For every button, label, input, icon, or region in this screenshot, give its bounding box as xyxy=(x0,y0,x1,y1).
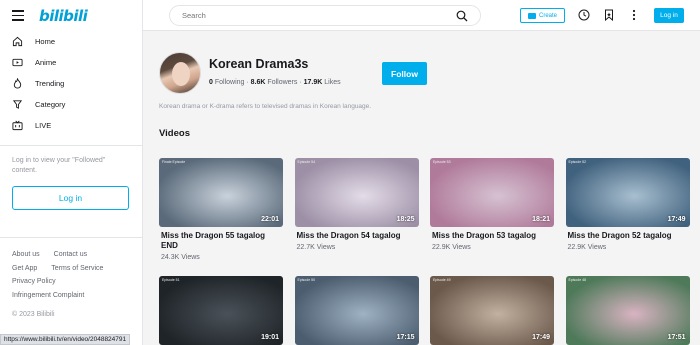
follow-button[interactable]: Follow xyxy=(382,62,427,85)
video-duration: 18:25 xyxy=(396,216,415,223)
video-card[interactable]: Episode 50 17:15 xyxy=(294,276,419,345)
sidebar-item-trending[interactable]: Trending xyxy=(0,73,142,94)
video-duration: 17:51 xyxy=(667,334,686,341)
home-icon xyxy=(12,36,23,47)
video-card[interactable]: Episode 53 18:21 Miss the Dragon 53 tagalo… xyxy=(430,158,554,251)
privacy-link[interactable]: Privacy Policy xyxy=(12,278,56,285)
video-thumbnail[interactable]: Episode 52 17:49 xyxy=(565,158,690,227)
sidebar-item-label: Anime xyxy=(35,58,57,67)
terms-link[interactable]: Terms of Service xyxy=(51,262,103,276)
video-thumbnail[interactable]: Episode 53 18:21 xyxy=(430,158,554,227)
status-bar-url: https://www.bilibili.tv/en/video/2048824… xyxy=(0,334,131,345)
thumbnail-episode-tag: Episode 49 xyxy=(433,278,451,282)
sidebar-login-button[interactable]: Log in xyxy=(12,186,129,210)
sidebar: bilibili Home Anime Trending Category LI… xyxy=(0,0,143,345)
video-card[interactable]: Episode 52 17:49 Miss the Dragon 52 tagalo… xyxy=(565,158,690,251)
hamburger-menu-icon[interactable] xyxy=(12,10,24,21)
thumbnail-episode-tag: Episode 54 xyxy=(297,160,316,164)
video-card[interactable]: Episode 48 17:51 xyxy=(565,276,690,345)
sidebar-item-label: Category xyxy=(35,100,66,109)
video-thumbnail[interactable]: Episode 48 17:51 xyxy=(565,276,690,345)
video-views: 22.7K Views xyxy=(296,244,336,251)
thumbnail-episode-tag: Episode 53 xyxy=(433,160,451,164)
video-views: 22.9K Views xyxy=(567,244,607,251)
contact-us-link[interactable]: Contact us xyxy=(54,248,87,262)
followers-count: 8.6K xyxy=(250,79,266,86)
video-duration: 17:49 xyxy=(532,334,550,341)
live-icon xyxy=(12,120,23,131)
search-bar[interactable] xyxy=(169,5,481,26)
avatar-face xyxy=(172,62,190,86)
sidebar-item-live[interactable]: LIVE xyxy=(0,115,142,136)
video-card[interactable]: Episode 51 19:01 xyxy=(159,276,283,345)
channel-description: Korean drama or K-drama refers to televi… xyxy=(159,103,372,110)
video-views: 22.9K Views xyxy=(432,244,471,251)
video-title[interactable]: Miss the Dragon 53 tagalog xyxy=(430,231,554,241)
logo-row: bilibili xyxy=(0,0,142,31)
video-title[interactable]: Miss the Dragon 52 tagalog xyxy=(566,231,690,241)
video-title[interactable]: Miss the Dragon 54 tagalog xyxy=(295,231,419,241)
copyright: © 2023 Bilibili xyxy=(12,311,55,318)
top-header: Create Log in xyxy=(143,0,700,31)
following-count: 0 xyxy=(209,79,213,86)
search-input[interactable] xyxy=(182,11,442,20)
channel-stats: 0 Following · 8.6K Followers · 17.9K Lik… xyxy=(209,79,341,86)
main-content: Korean Drama3s 0 Following · 8.6K Follow… xyxy=(143,32,700,345)
video-duration: 17:49 xyxy=(667,216,686,223)
video-card[interactable]: Episode 54 18:25 Miss the Dragon 54 tagalo… xyxy=(294,158,419,251)
sidebar-item-category[interactable]: Category xyxy=(0,94,142,115)
bookmark-icon[interactable] xyxy=(603,9,615,21)
likes-count: 17.9K xyxy=(303,79,323,86)
video-card[interactable]: Finale Episode 22:01 Miss the Dragon 55 ta… xyxy=(159,158,283,261)
channel-name: Korean Drama3s xyxy=(209,57,309,71)
header-login-button[interactable]: Log in xyxy=(654,8,684,23)
followers-label: Followers xyxy=(267,79,298,86)
create-button[interactable]: Create xyxy=(520,8,565,23)
sidebar-item-label: Trending xyxy=(35,79,65,88)
videos-section-title: Videos xyxy=(159,128,190,139)
category-icon xyxy=(12,100,23,109)
sidebar-item-anime[interactable]: Anime xyxy=(0,52,142,73)
bilibili-logo[interactable]: bilibili xyxy=(39,7,88,25)
video-duration: 17:15 xyxy=(396,334,415,341)
footer-links: About us Contact us Get App Terms of Ser… xyxy=(0,238,142,302)
thumbnail-episode-tag: Episode 52 xyxy=(568,160,587,164)
video-views: 24.3K Views xyxy=(161,254,200,261)
about-us-link[interactable]: About us xyxy=(12,248,40,262)
video-thumbnail[interactable]: Episode 51 19:01 xyxy=(159,276,283,345)
thumbnail-episode-tag: Finale Episode xyxy=(162,160,186,164)
flame-icon xyxy=(13,78,22,89)
video-thumbnail[interactable]: Episode 49 17:49 xyxy=(430,276,554,345)
sidebar-item-home[interactable]: Home xyxy=(0,31,142,52)
login-prompt: Log in to view your "Followed" content. xyxy=(12,157,106,174)
create-label: Create xyxy=(538,12,557,19)
video-thumbnail[interactable]: Finale Episode 22:01 xyxy=(159,158,283,227)
channel-avatar[interactable] xyxy=(159,52,201,94)
more-options-icon[interactable] xyxy=(628,9,640,21)
camera-icon xyxy=(527,12,536,19)
infringement-link[interactable]: Infringement Complaint xyxy=(12,292,84,299)
thumbnail-episode-tag: Episode 50 xyxy=(297,278,316,282)
likes-label: Likes xyxy=(324,79,341,86)
video-thumbnail[interactable]: Episode 50 17:15 xyxy=(294,276,419,345)
video-thumbnail[interactable]: Episode 54 18:25 xyxy=(294,158,419,227)
video-title[interactable]: Miss the Dragon 55 tagalog END xyxy=(159,231,283,251)
video-duration: 22:01 xyxy=(261,216,279,223)
sidebar-nav: Home Anime Trending Category LIVE xyxy=(0,31,142,136)
video-card[interactable]: Episode 49 17:49 xyxy=(430,276,554,345)
thumbnail-episode-tag: Episode 48 xyxy=(568,278,587,282)
sidebar-item-label: LIVE xyxy=(35,121,52,130)
thumbnail-episode-tag: Episode 51 xyxy=(162,278,180,282)
following-label: Following xyxy=(214,79,245,86)
search-icon[interactable] xyxy=(456,10,468,22)
history-icon[interactable] xyxy=(578,9,590,21)
video-duration: 18:21 xyxy=(532,216,550,223)
video-duration: 19:01 xyxy=(261,334,279,341)
get-app-link[interactable]: Get App xyxy=(12,262,37,276)
sidebar-item-label: Home xyxy=(35,37,56,46)
tv-icon xyxy=(12,58,23,67)
